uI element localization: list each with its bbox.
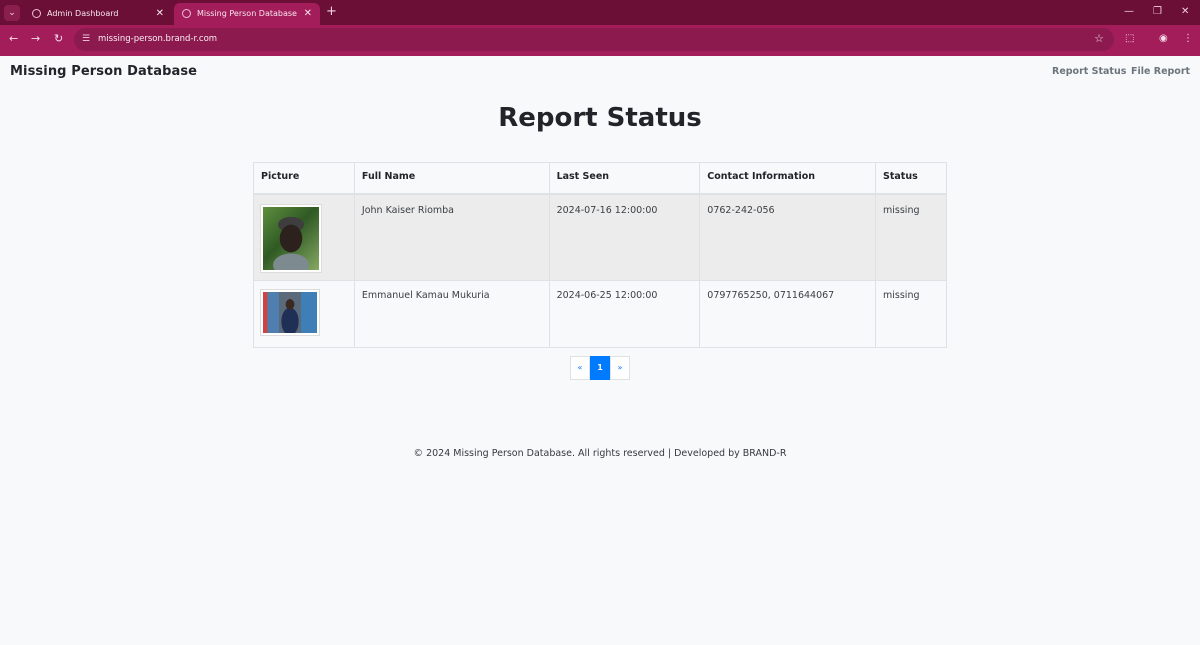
bookmark-star-icon[interactable]: ☆ bbox=[1094, 31, 1104, 47]
toolbar-divider bbox=[0, 54, 1200, 56]
last-seen-cell: 2024-06-25 12:00:00 bbox=[548, 280, 701, 348]
page-footer: © 2024 Missing Person Database. All righ… bbox=[413, 448, 787, 459]
reports-table: Picture Full Name Last Seen Contact Info… bbox=[253, 162, 947, 348]
last-seen-cell: 2024-07-16 12:00:00 bbox=[548, 193, 701, 281]
page-title: Report Status bbox=[498, 103, 702, 133]
contact-cell: 0762-242-056 bbox=[699, 193, 877, 281]
pagination-prev[interactable]: « bbox=[570, 356, 590, 380]
site-brand[interactable]: Missing Person Database bbox=[10, 64, 197, 79]
table-row: Emmanuel Kamau Mukuria 2024-06-25 12:00:… bbox=[253, 280, 947, 348]
tab-title: Missing Person Database bbox=[197, 9, 297, 18]
pagination-next[interactable]: » bbox=[610, 356, 630, 380]
forward-icon[interactable]: → bbox=[31, 31, 40, 47]
close-icon[interactable]: ✕ bbox=[156, 4, 164, 24]
header-contact: Contact Information bbox=[699, 162, 877, 195]
browser-toolbar: ← → ↻ ☰ missing-person.brand-r.com ☆ bbox=[0, 25, 1200, 54]
globe-icon bbox=[182, 9, 191, 18]
nav-report-status[interactable]: Report Status bbox=[1052, 66, 1126, 77]
tab-search-icon[interactable]: ⌄ bbox=[4, 5, 20, 21]
window-close-icon[interactable]: ✕ bbox=[1181, 4, 1189, 20]
url-text: missing-person.brand-r.com bbox=[98, 34, 218, 44]
pagination-page-1[interactable]: 1 bbox=[590, 356, 610, 380]
address-bar[interactable]: ☰ missing-person.brand-r.com ☆ bbox=[74, 28, 1114, 51]
person-photo[interactable] bbox=[261, 290, 319, 335]
status-cell: missing bbox=[875, 193, 947, 281]
maximize-icon[interactable]: ❐ bbox=[1153, 4, 1162, 20]
back-icon[interactable]: ← bbox=[9, 31, 18, 47]
reload-icon[interactable]: ↻ bbox=[54, 31, 63, 47]
header-picture: Picture bbox=[253, 162, 355, 195]
full-name-cell: Emmanuel Kamau Mukuria bbox=[353, 280, 550, 348]
globe-icon bbox=[32, 9, 41, 18]
tab-title: Admin Dashboard bbox=[47, 9, 119, 18]
table-header-row: Picture Full Name Last Seen Contact Info… bbox=[253, 162, 947, 195]
tab-admin-dashboard[interactable]: Admin Dashboard ✕ bbox=[24, 3, 172, 25]
status-cell: missing bbox=[875, 280, 947, 348]
pagination: « 1 » bbox=[570, 356, 630, 380]
picture-cell bbox=[253, 280, 355, 348]
header-status: Status bbox=[875, 162, 947, 195]
person-photo[interactable] bbox=[261, 204, 321, 272]
full-name-cell: John Kaiser Riomba bbox=[353, 193, 550, 281]
extensions-icon[interactable]: ⬚ bbox=[1125, 31, 1134, 47]
picture-cell bbox=[253, 193, 355, 281]
site-settings-icon[interactable]: ☰ bbox=[82, 33, 90, 45]
table-row: John Kaiser Riomba 2024-07-16 12:00:00 0… bbox=[253, 193, 947, 281]
contact-cell: 0797765250, 0711644067 bbox=[699, 280, 877, 348]
tab-missing-person-database[interactable]: Missing Person Database ✕ bbox=[174, 3, 320, 25]
header-last-seen: Last Seen bbox=[548, 162, 701, 195]
minimize-icon[interactable]: — bbox=[1124, 4, 1134, 20]
menu-icon[interactable]: ⋮ bbox=[1183, 31, 1193, 47]
profile-icon[interactable]: ◉ bbox=[1159, 31, 1168, 47]
close-icon[interactable]: ✕ bbox=[304, 4, 312, 24]
header-full-name: Full Name bbox=[353, 162, 550, 195]
browser-tab-bar: ⌄ Admin Dashboard ✕ Missing Person Datab… bbox=[0, 0, 1200, 25]
nav-file-report[interactable]: File Report bbox=[1131, 66, 1190, 77]
new-tab-icon[interactable]: + bbox=[326, 3, 337, 21]
